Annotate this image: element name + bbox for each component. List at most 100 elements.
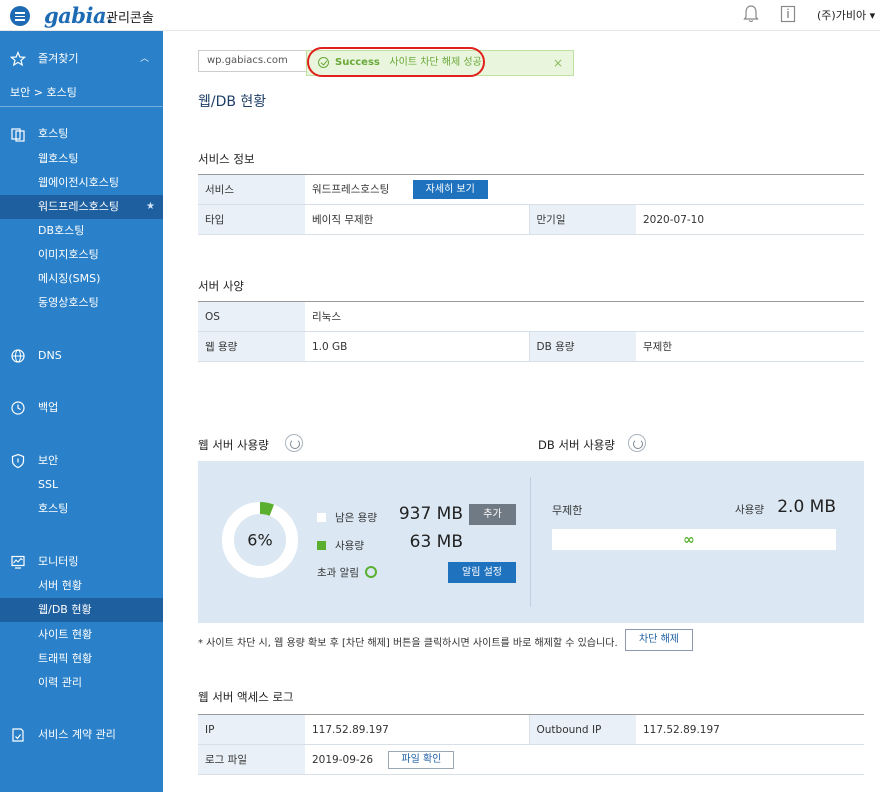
service-info-title: 서비스 정보 [198,152,255,166]
sidebar-item-history[interactable]: 이력 관리 [0,671,163,695]
add-capacity-button[interactable]: 추가 [469,504,516,525]
table-label: 서비스 [198,174,305,205]
table-cell: 2019-09-26 파일 확인 [305,744,864,775]
sidebar-item-site-status[interactable]: 사이트 현황 [0,623,163,647]
access-log-title: 웹 서버 액세스 로그 [198,690,294,704]
server-spec-title: 서버 사양 [198,279,244,293]
sidebar-item-web-agency-hosting[interactable]: 웹에이전시호스팅 [0,171,163,195]
refresh-icon[interactable] [628,434,646,452]
alert-row: 초과 알림 [317,565,377,580]
notice-icon[interactable] [779,4,797,24]
shield-icon [11,453,25,469]
user-menu[interactable]: (주)가비아 ▾ [817,7,875,23]
table-label: IP [198,714,305,745]
sidebar-item-web-db-status[interactable]: 웹/DB 현황 [0,598,163,622]
chevron-up-icon[interactable]: ︿ [140,47,149,71]
table-row: 서비스 워드프레스호스팅 자세히 보기 [198,174,864,205]
legend-swatch [317,541,326,550]
sidebar-item-backup[interactable]: 백업 [0,396,163,420]
access-log-table: IP 117.52.89.197 Outbound IP 117.52.89.1… [198,714,864,775]
table-row: OS 리눅스 [198,301,864,332]
history-icon [11,401,25,415]
used-value: 63 MB [409,532,463,552]
infinity-icon: ∞ [683,532,695,548]
table-label: 만기일 [528,204,636,235]
chevron-down-icon: ▾ [869,9,876,22]
alert-status-icon [364,566,377,578]
remaining-legend: 남은 용량 [317,510,377,525]
sidebar-item-image-hosting[interactable]: 이미지호스팅 [0,243,163,267]
sidebar-item-wordpress-hosting[interactable]: 워드프레스호스팅 ★ [0,195,163,219]
db-usage-title: DB 서버 사용량 [538,438,615,452]
globe-icon [11,349,25,363]
usage-percent: 6% [247,531,272,550]
server-spec-table: OS 리눅스 웹 용량 1.0 GB DB 용량 무제한 [198,301,864,362]
sidebar-item-db-hosting[interactable]: DB호스팅 [0,219,163,243]
used-legend: 사용량 [317,538,364,553]
monitor-icon [11,555,25,569]
logo[interactable]: gabia. [44,3,113,28]
highlight-annotation [307,47,485,77]
table-label: OS [198,301,305,332]
divider [530,477,531,607]
table-cell: 무제한 [636,331,864,362]
top-bar: gabia. 관리콘솔 (주)가비아 ▾ [0,0,880,31]
star-icon[interactable]: ★ [146,195,155,219]
table-label: 타입 [198,204,305,235]
service-info-table: 서비스 워드프레스호스팅 자세히 보기 타입 베이직 무제한 만기일 2020-… [198,174,864,235]
unblock-notice: * 사이트 차단 시, 웹 용량 확보 후 [차단 해제] 버튼을 클릭하시면 … [198,638,618,649]
table-cell: 1.0 GB [305,331,529,362]
alert-settings-button[interactable]: 알림 설정 [448,562,516,583]
table-cell: 2020-07-10 [636,204,864,235]
table-cell: 워드프레스호스팅 자세히 보기 [305,174,864,205]
sidebar-item-ssl[interactable]: SSL [0,473,163,497]
menu-icon[interactable] [10,6,30,26]
sidebar-item-hosting[interactable]: 호스팅 [0,122,163,146]
sidebar-item-web-hosting[interactable]: 웹호스팅 [0,147,163,171]
sidebar: 즐겨찾기 ︿ 보안 > 호스팅 호스팅 웹호스팅 웹에이전시호스팅 워드프레스호… [0,31,163,792]
table-label: 로그 파일 [198,744,305,775]
sidebar-item-contract[interactable]: 서비스 계약 관리 [0,723,163,747]
web-usage-title: 웹 서버 사용량 [198,438,269,452]
table-cell: 117.52.89.197 [305,714,529,745]
usage-donut-chart: 6% [222,502,298,578]
sidebar-item-security[interactable]: 보안 [0,449,163,473]
sidebar-breadcrumb[interactable]: 보안 > 호스팅 [0,81,163,105]
domain-selector[interactable]: wp.gabiacs.com [198,50,310,72]
unblock-button[interactable]: 차단 해제 [625,629,693,651]
table-row: 타입 베이직 무제한 만기일 2020-07-10 [198,204,864,235]
table-row: IP 117.52.89.197 Outbound IP 117.52.89.1… [198,714,864,745]
close-icon[interactable]: × [553,51,563,75]
hosting-icon [11,128,25,142]
sidebar-item-video-hosting[interactable]: 동영상호스팅 [0,291,163,315]
legend-swatch [317,513,326,522]
main-content: wp.gabiacs.com Success 사이트 차단 해제 성공 × 웹/… [163,31,880,792]
detail-button[interactable]: 자세히 보기 [412,180,488,199]
table-row: 웹 용량 1.0 GB DB 용량 무제한 [198,331,864,362]
refresh-icon[interactable] [285,434,303,452]
divider [0,106,163,107]
sidebar-item-monitoring[interactable]: 모니터링 [0,550,163,574]
table-label: Outbound IP [528,714,636,745]
page-title: 웹/DB 현황 [198,94,267,110]
view-file-button[interactable]: 파일 확인 [388,750,455,769]
table-cell: 리눅스 [305,301,864,332]
sidebar-item-traffic-status[interactable]: 트래픽 현황 [0,647,163,671]
remaining-value: 937 MB [398,504,463,524]
sidebar-item-server-status[interactable]: 서버 현황 [0,574,163,598]
sidebar-item-dns[interactable]: DNS [0,344,163,368]
star-icon [10,51,26,67]
db-limit-label: 무제한 [552,504,583,517]
table-label: DB 용량 [528,331,636,362]
usage-panel: 6% 남은 용량 937 MB 추가 사용량 63 MB 초과 알림 알림 설정… [198,461,864,623]
table-cell: 베이직 무제한 [305,204,529,235]
db-used-label: 사용량 [735,504,764,516]
console-title: 관리콘솔 [106,11,154,26]
table-cell: 117.52.89.197 [636,714,864,745]
contract-icon [12,728,24,742]
table-label: 웹 용량 [198,331,305,362]
bell-icon[interactable] [742,4,760,24]
sidebar-favorites[interactable]: 즐겨찾기 ︿ [0,47,163,71]
sidebar-item-security-hosting[interactable]: 호스팅 [0,497,163,521]
sidebar-item-sms[interactable]: 메시징(SMS) [0,267,163,291]
